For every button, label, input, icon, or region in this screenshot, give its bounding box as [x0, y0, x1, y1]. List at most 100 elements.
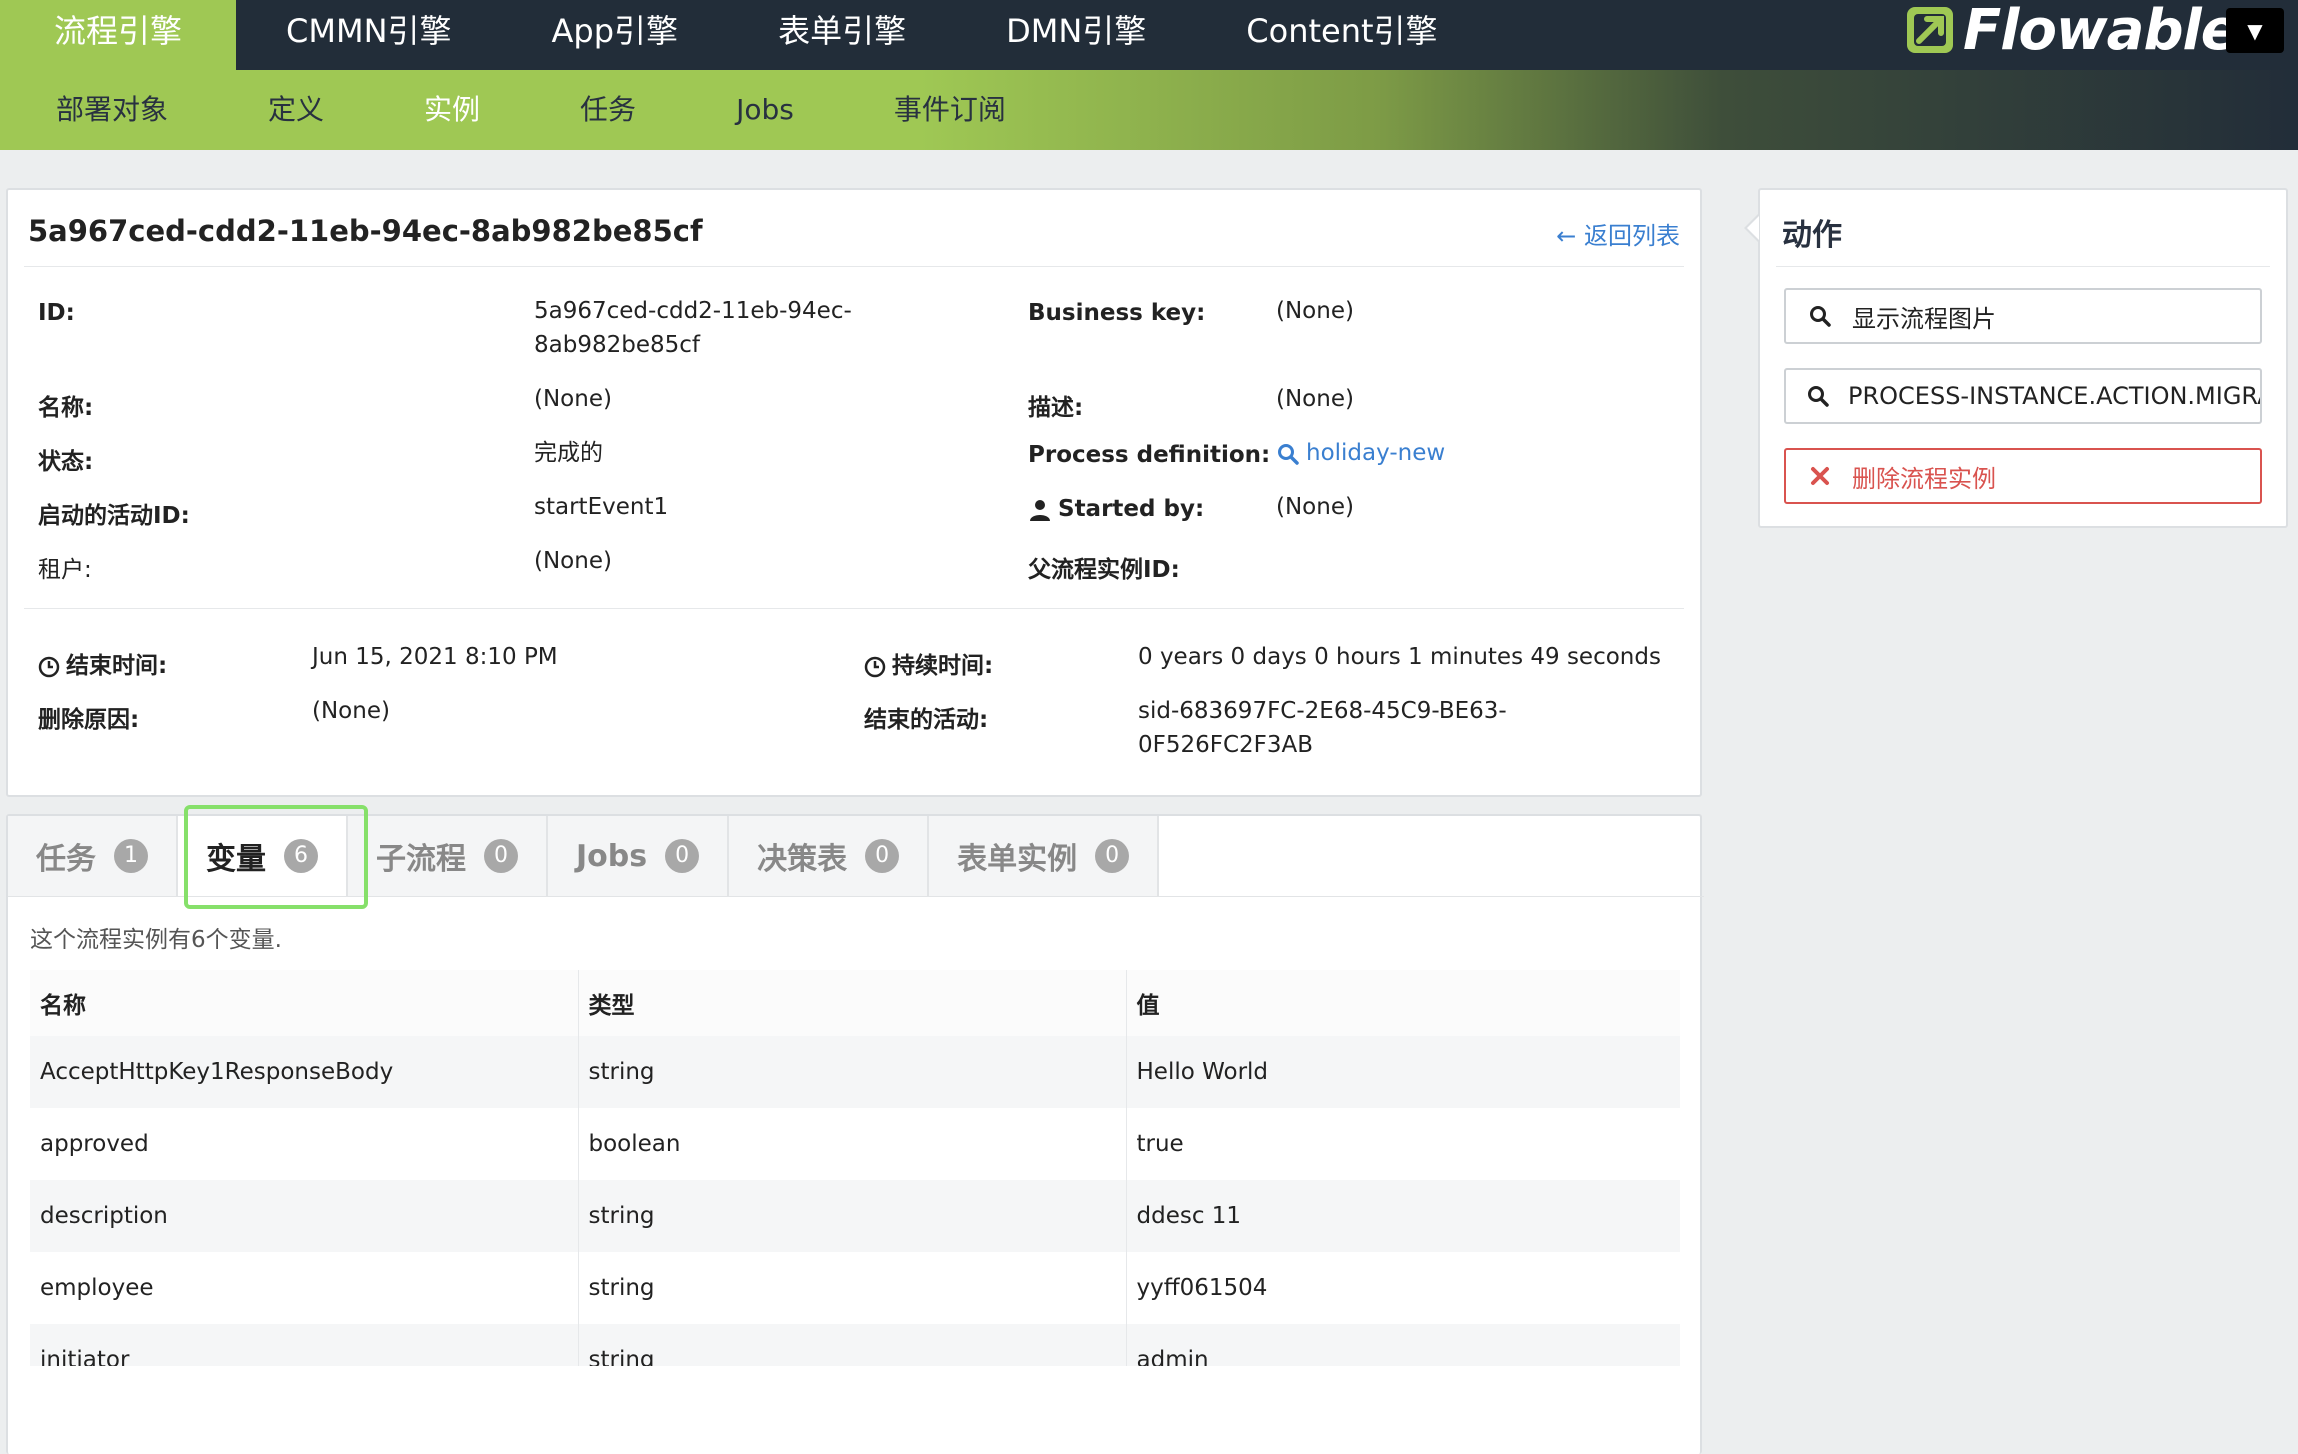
subnav-event-subscriptions[interactable]: 事件订阅	[844, 70, 1056, 150]
end-activity-line1: sid-683697FC-2E68-45C9-BE63-	[1138, 698, 1507, 724]
end-time-value: Jun 15, 2021 8:10 PM	[312, 644, 558, 670]
process-definition-name: holiday-new	[1306, 440, 1446, 466]
table-row[interactable]: initiator string admin	[30, 1324, 1680, 1366]
variable-value: Hello World	[1126, 1036, 1680, 1108]
tab-label: 子流程	[376, 842, 466, 877]
count-badge: 6	[284, 839, 318, 873]
variable-type: string	[578, 1252, 1127, 1324]
end-time-label-text: 结束时间:	[66, 653, 168, 679]
process-definition-label: Process definition:	[1028, 442, 1271, 468]
variable-value: admin	[1126, 1324, 1680, 1366]
nav-app-engine[interactable]: App引擎	[502, 0, 729, 70]
tab-subprocesses[interactable]: 子流程 0	[348, 816, 548, 896]
status-label: 状态:	[38, 449, 94, 475]
id-value-line2: 8ab982be85cf	[534, 332, 700, 358]
instance-tabs: 任务 1 变量 6 子流程 0 Jobs 0 决策表 0 表单实例 0	[8, 816, 1160, 896]
engine-nav: 流程引擎 CMMN引擎 App引擎 表单引擎 DMN引擎 Content引擎	[0, 0, 1488, 70]
count-badge: 1	[114, 839, 148, 873]
variables-summary: 这个流程实例有6个变量.	[30, 927, 282, 953]
subnav-tasks[interactable]: 任务	[530, 70, 686, 150]
actions-panel: 动作 显示流程图片 PROCESS-INSTANCE.ACTION.MIGRAT…	[1758, 188, 2288, 528]
divider	[24, 608, 1684, 609]
search-icon	[1278, 443, 1299, 465]
id-label: ID:	[38, 300, 75, 326]
variable-value: ddesc 11	[1126, 1180, 1680, 1252]
tab-jobs[interactable]: Jobs 0	[548, 816, 730, 896]
clock-icon	[864, 656, 886, 677]
count-badge: 0	[665, 839, 700, 873]
end-activity-value: sid-683697FC-2E68-45C9-BE63- 0F526FC2F3A…	[1138, 694, 1507, 762]
variable-name: approved	[30, 1108, 579, 1180]
caret-down-icon: ▼	[2247, 18, 2263, 43]
delete-instance-label: 删除流程实例	[1852, 464, 1996, 493]
nav-process-engine[interactable]: 流程引擎	[0, 0, 237, 70]
delete-reason-value: (None)	[312, 698, 390, 724]
instance-tabs-panel: 任务 1 变量 6 子流程 0 Jobs 0 决策表 0 表单实例 0 这个流程实例有6个变…	[6, 814, 1704, 1454]
variables-table: 名称 类型 值 AcceptHttpKey1ResponseBody strin…	[30, 970, 1680, 1366]
process-definition-link[interactable]: holiday-new	[1276, 436, 1445, 470]
description-value: (None)	[1276, 386, 1354, 412]
user-icon	[1030, 499, 1050, 521]
nav-form-engine[interactable]: 表单引擎	[728, 0, 956, 70]
variable-name: employee	[30, 1252, 579, 1324]
tab-label: 任务	[36, 842, 96, 877]
tab-tasks[interactable]: 任务 1	[8, 816, 178, 896]
table-header-row: 名称 类型 值	[30, 970, 1680, 1036]
tab-decision-tables[interactable]: 决策表 0	[729, 816, 930, 896]
table-row[interactable]: employee string yyff061504	[30, 1252, 1680, 1324]
started-by-label: Started by:	[1028, 496, 1204, 522]
nav-dmn-engine[interactable]: DMN引擎	[956, 0, 1196, 70]
variable-type: string	[578, 1180, 1127, 1252]
duration-label: 持续时间:	[864, 646, 993, 680]
count-badge: 0	[865, 839, 900, 873]
tabs-divider	[8, 896, 1704, 897]
instance-title: 5a967ced-cdd2-11eb-94ec-8ab982be85cf	[28, 214, 703, 248]
tab-label: 决策表	[757, 842, 848, 877]
flowable-logo-icon	[1907, 7, 1953, 53]
subnav-jobs[interactable]: Jobs	[686, 70, 844, 150]
search-icon	[1806, 304, 1834, 328]
delete-reason-label: 删除原因:	[38, 707, 140, 733]
variable-name: initiator	[30, 1324, 579, 1366]
delete-instance-button[interactable]: 删除流程实例	[1784, 448, 2262, 504]
subnav-deployments[interactable]: 部署对象	[6, 70, 218, 150]
variable-type: string	[578, 1324, 1127, 1366]
tab-variables[interactable]: 变量 6	[178, 816, 348, 896]
column-header-value[interactable]: 值	[1126, 970, 1680, 1036]
start-activity-label: 启动的活动ID:	[38, 503, 190, 529]
actions-title: 动作	[1782, 218, 1842, 253]
column-header-type[interactable]: 类型	[578, 970, 1127, 1036]
nav-content-engine[interactable]: Content引擎	[1196, 0, 1487, 70]
migrate-button[interactable]: PROCESS-INSTANCE.ACTION.MIGRATE	[1784, 368, 2262, 424]
business-key-value: (None)	[1276, 298, 1354, 324]
logo-text: Flowable	[1963, 0, 2239, 63]
tab-label: Jobs	[576, 838, 648, 874]
clock-icon	[38, 656, 60, 677]
user-menu-button[interactable]: ▼	[2226, 8, 2284, 53]
table-row[interactable]: AcceptHttpKey1ResponseBody string Hello …	[30, 1036, 1680, 1108]
show-diagram-button[interactable]: 显示流程图片	[1784, 288, 2262, 344]
id-value-line1: 5a967ced-cdd2-11eb-94ec-	[534, 298, 852, 324]
tabs-content: 任务 1 变量 6 子流程 0 Jobs 0 决策表 0 表单实例 0 这个流程实例有6个变…	[8, 816, 1704, 1366]
business-key-label: Business key:	[1028, 300, 1206, 326]
name-value: (None)	[534, 386, 612, 412]
count-badge: 0	[1095, 839, 1130, 873]
subnav-instances[interactable]: 实例	[374, 70, 530, 150]
column-header-name[interactable]: 名称	[30, 970, 579, 1036]
start-activity-value: startEvent1	[534, 494, 669, 520]
subnav-definitions[interactable]: 定义	[218, 70, 374, 150]
nav-cmmn-engine[interactable]: CMMN引擎	[236, 0, 502, 70]
show-diagram-label: 显示流程图片	[1852, 304, 1996, 333]
variable-value: true	[1136, 1131, 1184, 1157]
started-by-value: (None)	[1276, 494, 1354, 520]
table-row[interactable]: approved boolean true	[30, 1108, 1680, 1180]
actions-pointer-inner	[1747, 216, 1759, 240]
variable-name: AcceptHttpKey1ResponseBody	[30, 1036, 579, 1108]
duration-label-text: 持续时间:	[892, 653, 994, 679]
tab-form-instances[interactable]: 表单实例 0	[929, 816, 1160, 896]
variable-name: description	[30, 1180, 579, 1252]
back-to-list-link[interactable]: ← 返回列表	[1556, 216, 1680, 251]
table-row[interactable]: description string ddesc 11	[30, 1180, 1680, 1252]
tab-label: 表单实例	[957, 842, 1078, 877]
tenant-label: 租户:	[38, 557, 92, 583]
